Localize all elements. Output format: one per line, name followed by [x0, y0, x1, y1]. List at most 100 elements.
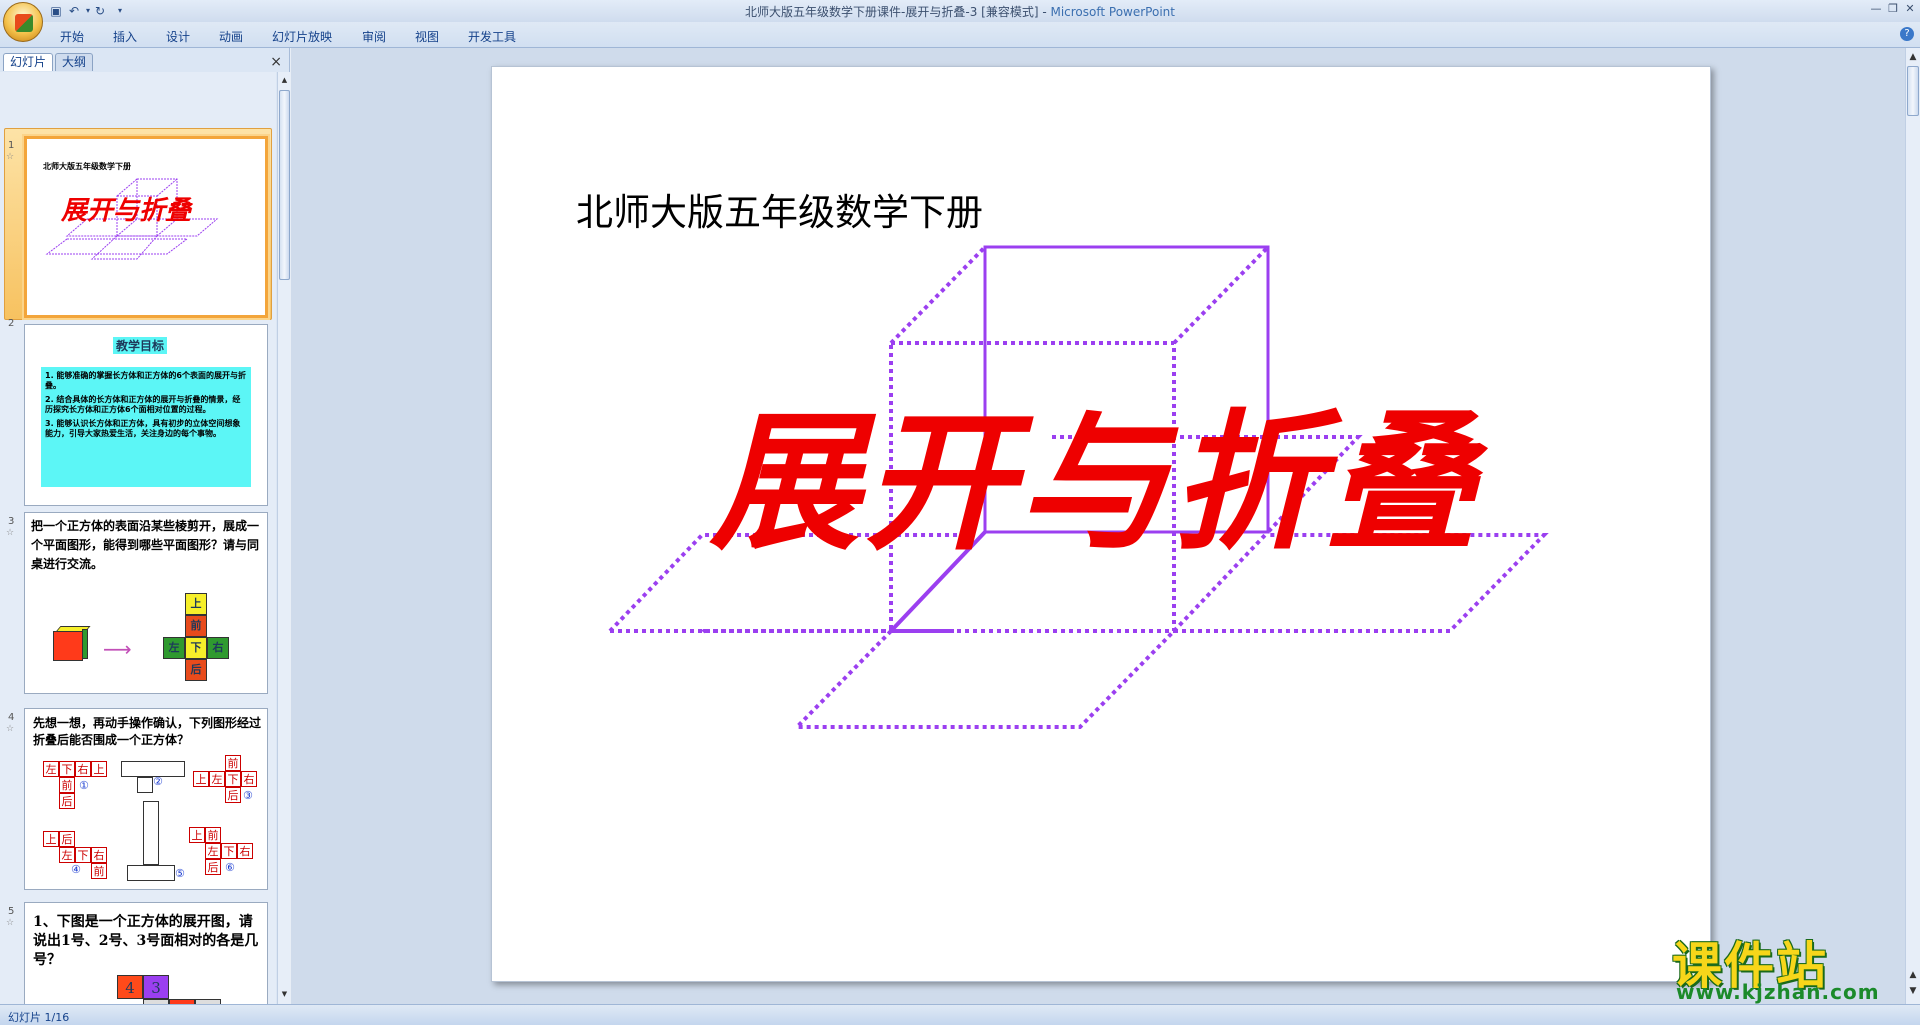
net-cell: 右 [75, 761, 91, 777]
mark-1: ① [79, 779, 89, 792]
thumb-text: 把一个正方体的表面沿某些棱剪开，展成一个平面图形，能得到哪些平面图形？请与同桌进… [31, 519, 260, 571]
net-cell: 后 [59, 793, 75, 809]
prev-slide-icon[interactable]: ▲ [1907, 968, 1919, 982]
net-cell: 右 [237, 843, 253, 859]
net-cell: 左 [209, 771, 225, 787]
net-right: 右 [207, 637, 229, 659]
animation-star-icon: ☆ [6, 724, 15, 734]
scroll-up-icon[interactable]: ▲ [1907, 50, 1919, 64]
slides-pane: 幻灯片 大纲 × 1 ☆ 北师大版五年级数学下册 展开与折叠 2 教学目标 1.… [0, 48, 290, 1004]
net-cell: 左 [59, 847, 75, 863]
pane-close-icon[interactable]: × [270, 54, 282, 70]
tab-design[interactable]: 设计 [166, 28, 190, 45]
title-bar: 北师大版五年级数学下册课件-展开与折叠-3 [兼容模式] - Microsoft… [0, 0, 1920, 22]
next-slide-icon[interactable]: ▼ [1907, 984, 1919, 998]
net-blank [143, 801, 159, 865]
thumb-cube-drawing: 展开与折叠 [45, 178, 219, 260]
net-cell: 下 [59, 761, 75, 777]
thumbnail-list: 1 ☆ 北师大版五年级数学下册 展开与折叠 2 教学目标 1. 能够准确的掌握长… [0, 72, 276, 1004]
watermark-url: www.kjzhan.com [1676, 980, 1880, 1004]
window-title-app: Microsoft PowerPoint [1050, 5, 1175, 19]
mark-4: ④ [71, 863, 81, 876]
mark-3: ③ [243, 789, 253, 802]
net-left: 左 [163, 637, 185, 659]
customize-arrow-icon[interactable]: ▾ [112, 4, 128, 18]
net-cell: 前 [91, 863, 107, 879]
thumbnail-number: 4 [8, 712, 15, 723]
net-top: 上 [185, 593, 207, 615]
ribbon-tab-bar: 开始 插入 设计 动画 幻灯片放映 审阅 视图 开发工具 ? [0, 22, 1920, 48]
net-cell: 下 [225, 771, 241, 787]
save-icon[interactable]: ▣ [48, 4, 64, 18]
net-cell: 左 [205, 843, 221, 859]
tab-animations[interactable]: 动画 [219, 28, 243, 45]
tab-home[interactable]: 开始 [60, 28, 84, 45]
help-icon[interactable]: ? [1900, 27, 1914, 41]
net-back: 后 [185, 659, 207, 681]
office-button-icon[interactable] [3, 2, 43, 42]
scroll-up-icon[interactable]: ▲ [279, 74, 290, 86]
pane-tabs: 幻灯片 大纲 × [0, 51, 290, 71]
slide-scrollbar[interactable]: ▲ ▲ ▼ [1905, 48, 1920, 1004]
mark-2: ② [153, 775, 163, 788]
objective-list: 1. 能够准确的掌握长方体和正方体的6个表面的展开与折叠。 2. 结合具体的长方… [41, 367, 251, 487]
current-slide[interactable]: 展开与折叠 北师大版五年级数学下册 [491, 66, 1711, 982]
thumbnail-number: 2 [8, 318, 15, 329]
net-cell: 右 [241, 771, 257, 787]
objective-heading: 教学目标 [113, 337, 168, 354]
scroll-thumb[interactable] [279, 90, 290, 280]
slide-thumbnail-2[interactable]: 教学目标 1. 能够准确的掌握长方体和正方体的6个表面的展开与折叠。 2. 结合… [24, 324, 268, 506]
restore-icon[interactable]: ❐ [1885, 2, 1901, 16]
tab-slideshow[interactable]: 幻灯片放映 [272, 28, 332, 45]
slide-title[interactable]: 北师大版五年级数学下册 [576, 182, 983, 236]
face-cell: 3 [143, 975, 169, 999]
net-blank [137, 777, 153, 793]
slide-thumbnail-3[interactable]: 把一个正方体的表面沿某些棱剪开，展成一个平面图形，能得到哪些平面图形？请与同桌进… [24, 512, 268, 694]
net-cell: 下 [75, 847, 91, 863]
thumbnail-number: 3 [8, 516, 15, 527]
redo-icon[interactable]: ↻ [92, 4, 108, 18]
thumb-text: 1、下图是一个正方体的展开图，请说出1号、2号、3号面相对的各是几号？ [33, 914, 259, 968]
net-bottom: 下 [185, 637, 207, 659]
tab-review[interactable]: 审阅 [362, 28, 386, 45]
slide-art-text: 展开与折叠 [709, 395, 1489, 571]
net-cell: 左 [43, 761, 59, 777]
thumbnail-scrollbar[interactable]: ▲ ▼ [277, 72, 290, 1004]
net-cell: 上 [91, 761, 107, 777]
net-cell: 后 [225, 787, 241, 803]
animation-star-icon: ☆ [6, 528, 15, 538]
slide-thumbnail-5[interactable]: 1、下图是一个正方体的展开图，请说出1号、2号、3号面相对的各是几号？ 4 3 … [24, 902, 268, 1004]
tab-slides[interactable]: 幻灯片 [3, 53, 54, 71]
cube-front [53, 631, 83, 661]
net-blank [127, 865, 175, 881]
arrow-icon: ⟶ [103, 637, 132, 661]
scroll-down-icon[interactable]: ▼ [279, 988, 290, 1000]
thumbnail-number: 5 [8, 906, 15, 917]
face-cell: 4 [117, 975, 143, 999]
minimize-icon[interactable]: — [1868, 2, 1884, 16]
thumbnail-number: 1 [8, 140, 15, 151]
slide-thumbnail-1[interactable]: 北师大版五年级数学下册 展开与折叠 [24, 136, 268, 318]
objective-item: 2. 结合具体的长方体和正方体的展开与折叠的情景，经历探究长方体和正方体6个面相… [45, 395, 241, 414]
net-cell: 前 [59, 777, 75, 793]
tab-view[interactable]: 视图 [415, 28, 439, 45]
close-icon[interactable]: ✕ [1902, 2, 1918, 16]
status-bar: 幻灯片 1/16 [0, 1004, 1920, 1025]
net-cell: 下 [221, 843, 237, 859]
mark-6: ⑥ [225, 861, 235, 874]
animation-star-icon: ☆ [6, 918, 15, 928]
slide-thumbnail-4[interactable]: 先想一想，再动手操作确认，下列图形经过折叠后能否围成一个正方体？ 左 下 右 上… [24, 708, 268, 890]
watermark: 课件站 www.kjzhan.com [1666, 926, 1906, 1006]
tab-outline[interactable]: 大纲 [55, 53, 94, 71]
window-title: 北师大版五年级数学下册课件-展开与折叠-3 [兼容模式] - Microsoft… [0, 3, 1920, 20]
tab-developer[interactable]: 开发工具 [468, 28, 516, 45]
net-cell: 上 [43, 831, 59, 847]
scroll-thumb[interactable] [1907, 66, 1919, 116]
net-cell: 上 [193, 771, 209, 787]
net-front: 前 [185, 615, 207, 637]
tab-insert[interactable]: 插入 [113, 28, 137, 45]
net-cell: 后 [59, 831, 75, 847]
net-cell: 上 [189, 827, 205, 843]
net-cell: 前 [205, 827, 221, 843]
net-cell: 前 [225, 755, 241, 771]
